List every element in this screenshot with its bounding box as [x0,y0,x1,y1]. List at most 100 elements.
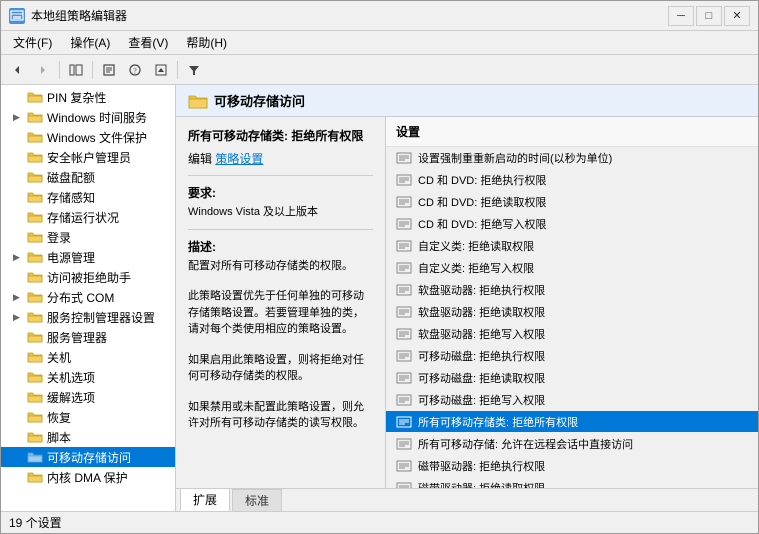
tree-item-service-mgr[interactable]: 服务管理器 [1,327,175,347]
description-text3: 如果启用此策略设置，则将拒绝对任何可移动存储类的权限。 [188,352,373,385]
edit-label: 编辑 [188,152,212,166]
tree-item-shutdown[interactable]: 关机 [1,347,175,367]
help-button[interactable]: ? [123,59,147,81]
svg-text:?: ? [133,66,137,75]
settings-item-removable-write[interactable]: 可移动磁盘: 拒绝写入权限 [386,389,758,411]
settings-item-label: CD 和 DVD: 拒绝执行权限 [418,172,546,188]
tree-item-account-mgr[interactable]: 安全帐户管理员 [1,147,175,167]
tree-item-recovery[interactable]: 恢复 [1,407,175,427]
settings-item-cd-dvd-exec[interactable]: CD 和 DVD: 拒绝执行权限 [386,169,758,191]
tree-item-pin[interactable]: PIN 复杂性 [1,87,175,107]
back-button[interactable] [5,59,29,81]
tree-item-label: 恢复 [47,409,71,426]
tree-item-label: 存储感知 [47,189,95,206]
tree-item-storage-status[interactable]: 存储运行状况 [1,207,175,227]
folder-icon [27,110,43,124]
settings-item-label: 可移动磁盘: 拒绝执行权限 [418,348,545,364]
tree-item-label: 分布式 COM [47,289,114,306]
tree-item-disk-quota[interactable]: 磁盘配额 [1,167,175,187]
status-text: 19 个设置 [9,514,62,531]
menu-file[interactable]: 文件(F) [5,32,60,53]
requirements-text: Windows Vista 及以上版本 [188,204,373,221]
settings-item-cd-dvd-read[interactable]: CD 和 DVD: 拒绝读取权限 [386,191,758,213]
settings-item-set-restart-time[interactable]: 设置强制重重新启动的时间(以秒为单位) [386,147,758,169]
settings-item-icon [396,437,412,451]
maximize-button[interactable]: □ [696,6,722,26]
settings-item-label: 自定义类: 拒绝读取权限 [418,238,534,254]
tree-item-windows-file[interactable]: Windows 文件保护 [1,127,175,147]
settings-item-removable-read[interactable]: 可移动磁盘: 拒绝读取权限 [386,367,758,389]
right-split: 所有可移动存储类: 拒绝所有权限 编辑 策略设置 要求: Windows Vis… [176,117,758,488]
tab-expand[interactable]: 扩展 [180,488,230,511]
settings-item-icon [396,151,412,165]
tabs-bar: 扩展 标准 [176,489,758,511]
tree-item-label: 服务控制管理器设置 [47,309,155,326]
tree-item-removable-storage[interactable]: 可移动存储访问 [1,447,175,467]
show-hide-tree-button[interactable] [64,59,88,81]
settings-item-icon [396,261,412,275]
settings-item-all-removable-remote[interactable]: 所有可移动存储: 允许在远程会话中直接访问 [386,433,758,455]
settings-item-tape-exec[interactable]: 磁带驱动器: 拒绝执行权限 [386,455,758,477]
forward-button[interactable] [31,59,55,81]
settings-item-label: CD 和 DVD: 拒绝读取权限 [418,194,546,210]
description-panel: 所有可移动存储类: 拒绝所有权限 编辑 策略设置 要求: Windows Vis… [176,117,386,488]
tree-item-distributed-com[interactable]: ▶ 分布式 COM [1,287,175,307]
tree-item-label: 脚本 [47,429,71,446]
edit-link-container: 编辑 策略设置 [188,150,373,167]
tree-item-service-ctrl[interactable]: ▶ 服务控制管理器设置 [1,307,175,327]
folder-icon [27,150,43,164]
divider1 [188,175,373,176]
folder-icon [27,390,43,404]
export-button[interactable] [149,59,173,81]
folder-icon [27,270,43,284]
expand-icon: ▶ [13,292,25,303]
settings-item-label: CD 和 DVD: 拒绝写入权限 [418,216,546,232]
tab-standard[interactable]: 标准 [232,489,282,511]
tree-item-label: 电源管理 [47,249,95,266]
settings-item-icon [396,371,412,385]
policy-settings-link[interactable]: 策略设置 [215,152,263,166]
tree-item-kernel-dma[interactable]: 内核 DMA 保护 [1,467,175,487]
tree-item-label: 关机 [47,349,71,366]
menu-action[interactable]: 操作(A) [62,32,118,53]
settings-item-tape-read[interactable]: 磁带驱动器: 拒绝读取权限 [386,477,758,488]
settings-item-cd-dvd-write[interactable]: CD 和 DVD: 拒绝写入权限 [386,213,758,235]
tree-item-label: 登录 [47,229,71,246]
menubar: 文件(F) 操作(A) 查看(V) 帮助(H) [1,31,758,55]
settings-item-custom-write[interactable]: 自定义类: 拒绝写入权限 [386,257,758,279]
settings-list: 设置强制重重新启动的时间(以秒为单位) CD 和 DVD: 拒绝执行权限 CD … [386,147,758,488]
main-window: 本地组策略编辑器 ─ □ ✕ 文件(F) 操作(A) 查看(V) 帮助(H) [0,0,759,534]
settings-item-removable-exec[interactable]: 可移动磁盘: 拒绝执行权限 [386,345,758,367]
minimize-button[interactable]: ─ [668,6,694,26]
divider2 [188,229,373,230]
folder-icon [27,90,43,104]
settings-item-label: 可移动磁盘: 拒绝读取权限 [418,370,545,386]
expand-icon: ▶ [13,112,25,123]
tree-item-shutdown-opts[interactable]: 关机选项 [1,367,175,387]
settings-item-floppy-read[interactable]: 软盘驱动器: 拒绝读取权限 [386,301,758,323]
settings-item-floppy-exec[interactable]: 软盘驱动器: 拒绝执行权限 [386,279,758,301]
folder-icon [27,410,43,424]
settings-item-label: 可移动磁盘: 拒绝写入权限 [418,392,545,408]
settings-item-floppy-write[interactable]: 软盘驱动器: 拒绝写入权限 [386,323,758,345]
tree-item-scripts[interactable]: 脚本 [1,427,175,447]
tree-item-login[interactable]: 登录 [1,227,175,247]
settings-item-all-removable-deny[interactable]: 所有可移动存储类: 拒绝所有权限 [386,411,758,433]
tree-item-windows-time[interactable]: ▶ Windows 时间服务 [1,107,175,127]
description-section: 描述: 配置对所有可移动存储类的权限。 此策略设置优先于任何单独的可移动存储策略… [188,238,373,432]
tree-item-label: 磁盘配额 [47,169,95,186]
properties-button[interactable] [97,59,121,81]
tree-item-cache-opts[interactable]: 缓解选项 [1,387,175,407]
tree-item-power-mgmt[interactable]: ▶ 电源管理 [1,247,175,267]
folder-icon [27,370,43,384]
settings-item-custom-read[interactable]: 自定义类: 拒绝读取权限 [386,235,758,257]
tree-item-storage-aware[interactable]: 存储感知 [1,187,175,207]
close-button[interactable]: ✕ [724,6,750,26]
filter-button[interactable] [182,59,206,81]
status-bar: 19 个设置 [1,511,758,533]
settings-panel: 设置 设置强制重重新启动的时间(以秒为单位) CD 和 DVD: 拒绝执行权限 … [386,117,758,488]
menu-view[interactable]: 查看(V) [120,32,176,53]
folder-icon [27,230,43,244]
tree-item-access-denied[interactable]: 访问被拒绝助手 [1,267,175,287]
menu-help[interactable]: 帮助(H) [178,32,235,53]
